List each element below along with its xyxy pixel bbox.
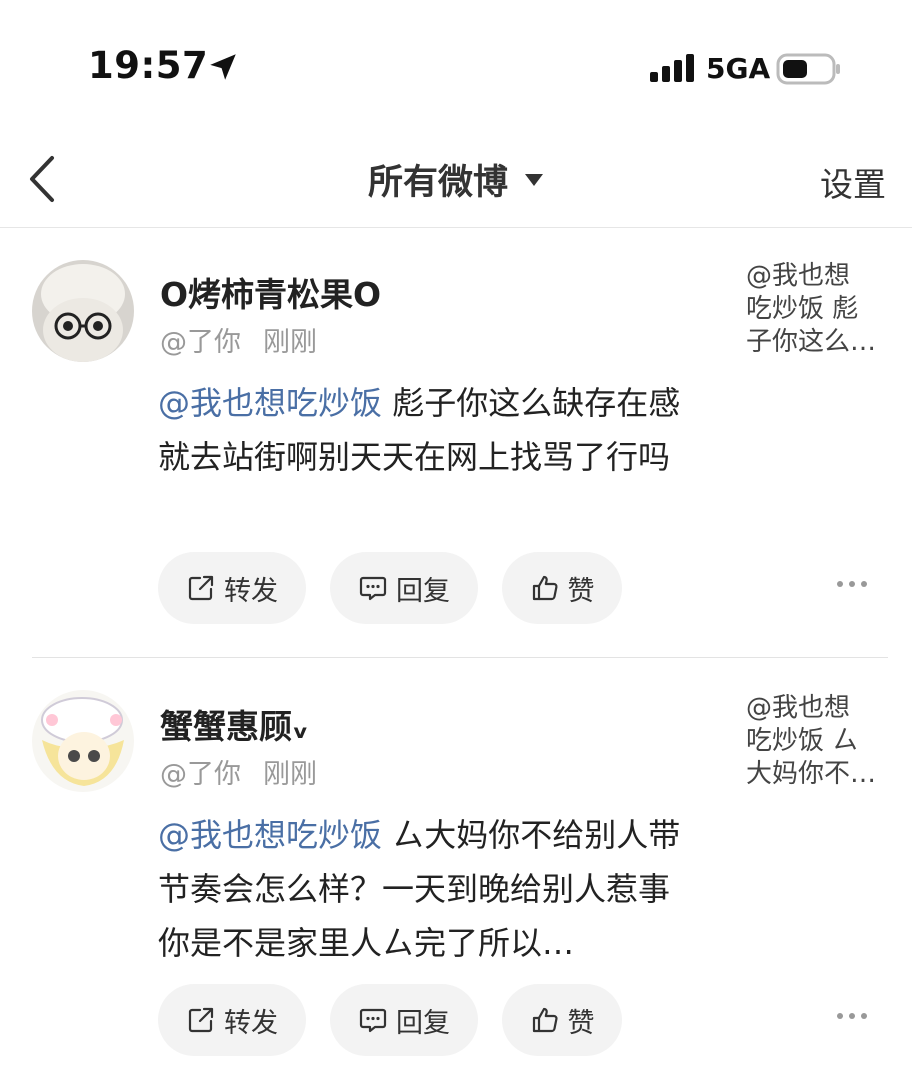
post-text: @我也想吃炒饭 ㄙ大妈你不给别人带节奏会怎么样？一天到晚给别人惹事你是不是家里人… — [158, 808, 698, 970]
more-icon[interactable] — [836, 1010, 868, 1022]
quote-line: @我也想 — [746, 693, 851, 723]
quote-line: 吃炒饭 ㄙ — [746, 726, 859, 756]
forward-label: 转发 — [224, 575, 278, 607]
quote-line: @我也想 — [746, 261, 851, 291]
nav-title-container: 所有微博 — [0, 154, 912, 205]
post-meta: @了你 刚刚 — [160, 320, 317, 359]
quote-line: 大妈你不… — [746, 759, 877, 789]
at-label: @了你 — [160, 759, 241, 790]
quote-line: 子你这么… — [746, 327, 877, 357]
nav-bar: 所有微博 设置 — [0, 130, 912, 228]
location-arrow-icon — [210, 54, 236, 80]
reply-button[interactable]: 回复 — [330, 552, 478, 624]
like-button[interactable]: 赞 — [502, 552, 622, 624]
quoted-post-preview[interactable]: @我也想 吃炒饭 彪 子你这么… — [746, 260, 896, 359]
more-icon[interactable] — [836, 578, 868, 590]
battery-icon — [776, 53, 840, 85]
feed-filter-dropdown[interactable]: 所有微博 — [368, 154, 544, 205]
user-name[interactable]: O烤柿青松果O — [160, 268, 381, 316]
share-icon — [188, 1007, 214, 1033]
thumbs-up-icon — [532, 1007, 558, 1033]
at-label: @了你 — [160, 327, 241, 358]
post-time: 刚刚 — [263, 327, 317, 358]
forward-button[interactable]: 转发 — [158, 552, 306, 624]
forward-button[interactable]: 转发 — [158, 984, 306, 1056]
avatar-image — [32, 260, 134, 362]
mention-link[interactable]: @我也想吃炒饭 — [158, 384, 382, 422]
post-text: @我也想吃炒饭 彪子你这么缺存在感就去站街啊别天天在网上找骂了行吗 — [158, 376, 698, 484]
status-time: 19:57 — [88, 44, 209, 87]
reply-label: 回复 — [396, 575, 450, 607]
comment-icon — [359, 576, 387, 601]
share-icon — [188, 575, 214, 601]
action-bar: 转发 回复 赞 — [158, 552, 622, 624]
post-meta: @了你 刚刚 — [160, 752, 317, 791]
settings-button[interactable]: 设置 — [820, 158, 886, 206]
page-title: 所有微博 — [367, 163, 508, 203]
thumbs-up-icon — [532, 575, 558, 601]
comment-icon — [359, 1008, 387, 1033]
status-bar: 19:57 5GA — [0, 0, 912, 130]
avatar-image — [32, 690, 134, 792]
action-bar: 转发 回复 赞 — [158, 984, 622, 1056]
weibo-mentions-page: 19:57 5GA 所有微博 设置 O烤柿青松果O @了你 刚刚 @我也想吃炒饭… — [0, 0, 912, 1080]
forward-label: 转发 — [224, 1007, 278, 1039]
caret-down-icon — [525, 173, 543, 186]
post-time: 刚刚 — [263, 759, 317, 790]
quote-line: 吃炒饭 彪 — [746, 294, 859, 324]
network-type: 5GA — [706, 52, 771, 85]
like-button[interactable]: 赞 — [502, 984, 622, 1056]
like-label: 赞 — [567, 1007, 595, 1039]
quoted-post-preview[interactable]: @我也想 吃炒饭 ㄙ 大妈你不… — [746, 692, 896, 791]
reply-label: 回复 — [396, 1007, 450, 1039]
avatar[interactable] — [32, 690, 134, 792]
signal-icon — [650, 54, 694, 82]
mention-card: 蟹蟹惠顾ᵥ @了你 刚刚 @我也想吃炒饭 ㄙ大妈你不给别人带节奏会怎么样？一天到晚… — [0, 660, 912, 1080]
reply-button[interactable]: 回复 — [330, 984, 478, 1056]
user-name[interactable]: 蟹蟹惠顾ᵥ — [160, 700, 309, 748]
avatar[interactable] — [32, 260, 134, 362]
card-divider — [32, 657, 888, 658]
mention-link[interactable]: @我也想吃炒饭 — [158, 816, 382, 854]
mention-card: O烤柿青松果O @了你 刚刚 @我也想吃炒饭 彪子你这么缺存在感就去站街啊别天天在… — [0, 228, 912, 658]
like-label: 赞 — [567, 575, 595, 607]
